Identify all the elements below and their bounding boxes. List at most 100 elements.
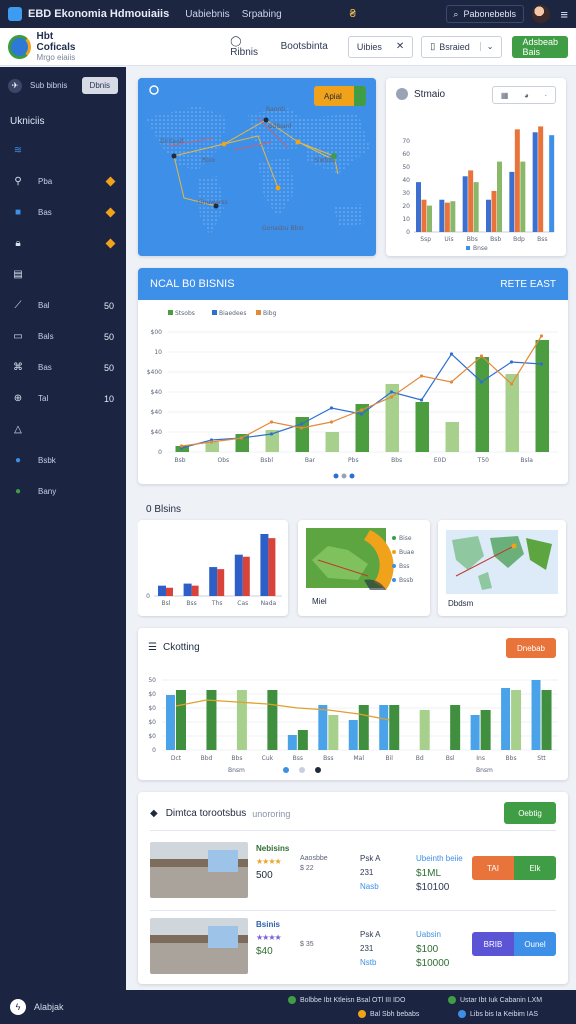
y-tick-label: 60 [402, 151, 410, 158]
x-tick-label: Stt [537, 755, 546, 762]
sidebar-item-8[interactable]: ⊕ Tal 10 [0, 383, 126, 414]
x-tick-label: Ssp [420, 236, 431, 243]
bar [421, 199, 427, 232]
sidebar-item-3[interactable]: 🔒︎ [0, 228, 126, 259]
y-tick-label: 0 [146, 593, 150, 600]
sidebar-top-button[interactable]: Dbnis [81, 77, 118, 94]
search-box[interactable]: ⌕ Pabonebebls [446, 5, 525, 23]
green-dot-icon: ● [14, 486, 22, 497]
sidebar-item-6[interactable]: ▭ Bals 50 [0, 321, 126, 352]
map-label-5: Ghuwarss [198, 199, 228, 206]
series-point [449, 380, 454, 384]
listing-btn-left[interactable]: TAI [472, 856, 514, 880]
x-tick-label: Bd [416, 755, 424, 762]
sidebar-item-7[interactable]: ⌘ Bas 50 [0, 352, 126, 383]
listing-row[interactable]: Nebisins ★★★★ Aaosbbe $ 22 500 Psk A 231… [150, 842, 556, 906]
listing-row[interactable]: Bsinis ★★★★ $ 35 $40 Psk A 231 Nstb Uabs… [150, 918, 556, 982]
select-field[interactable]: ▯ Bsraied ⌄ [421, 35, 503, 58]
sidebar-item-10[interactable]: ● Bsbk [0, 445, 126, 476]
bar [295, 417, 309, 452]
header-link-1[interactable]: ◯ Ribnis [230, 36, 268, 58]
sidebar-item-value: 10 [103, 393, 114, 404]
sidebar-item-11[interactable]: ● Bany [0, 476, 126, 507]
listing-col2: 231 [360, 868, 374, 877]
series-point [539, 362, 544, 366]
chevron-down-icon[interactable]: ⌄ [479, 42, 493, 51]
pagination-dot [299, 767, 305, 773]
y-tick-label: $40 [151, 389, 163, 396]
listing-price: 500 [256, 870, 273, 881]
topbar-link-1[interactable]: Uabiebnis [185, 9, 229, 20]
x-tick-label: Bsl [162, 600, 171, 607]
section3-header: ☰ Ckotting [148, 642, 200, 653]
footer-meta-1: Bolbbe Ibt Ktleisn Bsal OTl III IDO [288, 996, 405, 1004]
listing-btn-right[interactable]: Ounel [514, 932, 556, 956]
bar [514, 129, 520, 232]
map-apply-button[interactable]: Apial [314, 86, 366, 106]
y-tick-label: 70 [402, 138, 410, 145]
bar [416, 182, 421, 232]
sidebar-item-9[interactable]: △ [0, 414, 126, 445]
search-icon: ⌕ [453, 8, 459, 19]
sidebar-item-label: Bsbk [38, 456, 56, 465]
listing-detail3: $10100 [416, 882, 450, 893]
sidebar-item-0[interactable]: ≋ [0, 135, 126, 166]
footer-brand: Alabjak [34, 1002, 64, 1012]
series-point [209, 440, 214, 444]
bar [541, 690, 552, 750]
listings-action-button[interactable]: Oebtig [504, 802, 556, 824]
x-tick-label: Bil [386, 755, 394, 762]
x-tick-label: Bbs [391, 457, 402, 464]
bar [379, 705, 389, 750]
bar [419, 710, 430, 750]
y-tick-label: $0 [148, 733, 156, 740]
listing-btn-right[interactable]: Elk [514, 856, 556, 880]
listing-action-button[interactable]: BRIB Ounel [472, 932, 556, 956]
sidebar-item-label: Tal [38, 394, 49, 403]
filter-field[interactable]: Uibies ✕ [347, 35, 414, 58]
listing-action-button[interactable]: TAI Elk [472, 856, 556, 880]
topbar-link-2[interactable]: Srpabing [242, 9, 282, 20]
summary-bar-chart: 0 10 20 30 40 50 60 70 Ssp Uis Bbs Bsb Bdp Bss Bnse [402, 126, 555, 252]
sidebar-item-4[interactable]: ▤ [0, 259, 126, 290]
square-icon: ■ [14, 207, 22, 218]
monitor-icon: ▭ [13, 331, 23, 342]
x-tick-label: Bdp [513, 236, 525, 243]
y-tick-label: 10 [402, 216, 410, 223]
listing-rating-count: $ 35 [300, 941, 314, 948]
header-link-2[interactable]: Bootsbinta [281, 41, 328, 52]
listings-card: ◆ Dimtca torootsbus unororing Oebtig Neb… [138, 792, 568, 984]
series-point [389, 395, 394, 399]
main-chart-card: NCAL B0 BISNIS RETE EAST 0 $40 $40 $40 $400 1… [138, 268, 568, 484]
x-tick-label: Dct [171, 755, 182, 762]
bar [475, 357, 489, 452]
series-point [299, 422, 304, 426]
bar [166, 587, 173, 596]
sidebar-item-1[interactable]: ⚲ Pba [0, 166, 126, 197]
x-caption: Bnsm [228, 767, 245, 774]
sidebar-item-2[interactable]: ■ Bas [0, 197, 126, 228]
sidebar-item-label: Pba [38, 177, 53, 186]
x-tick-label: Nada [261, 600, 277, 607]
main-chart-right-label: RETE EAST [500, 278, 556, 290]
donut-legend-3: Bss [399, 563, 409, 570]
section3-action-button[interactable]: Dnebab [506, 638, 556, 658]
sidebar-item-5[interactable]: ⟋ Bal 50 [0, 290, 126, 321]
hamburger-menu-icon[interactable]: ≡ [560, 7, 568, 22]
clear-icon[interactable]: ✕ [396, 41, 404, 52]
series-point [359, 412, 364, 416]
coin-icon[interactable]: ₴ [350, 8, 356, 20]
header-action-button[interactable]: Adsbeab Bais [512, 35, 568, 58]
series-point [299, 426, 304, 430]
bar [209, 567, 218, 596]
sidebar-item-value: 50 [103, 362, 114, 373]
x-tick-label: Pbs [348, 457, 359, 464]
bar [470, 715, 480, 750]
bar [267, 690, 278, 750]
listing-detail1: Ubeinth beiie [416, 854, 463, 863]
bar [444, 202, 450, 232]
series-point [539, 334, 544, 338]
bolt-icon: ϟ [10, 999, 26, 1015]
avatar[interactable] [532, 5, 551, 23]
listing-btn-left[interactable]: BRIB [472, 932, 514, 956]
